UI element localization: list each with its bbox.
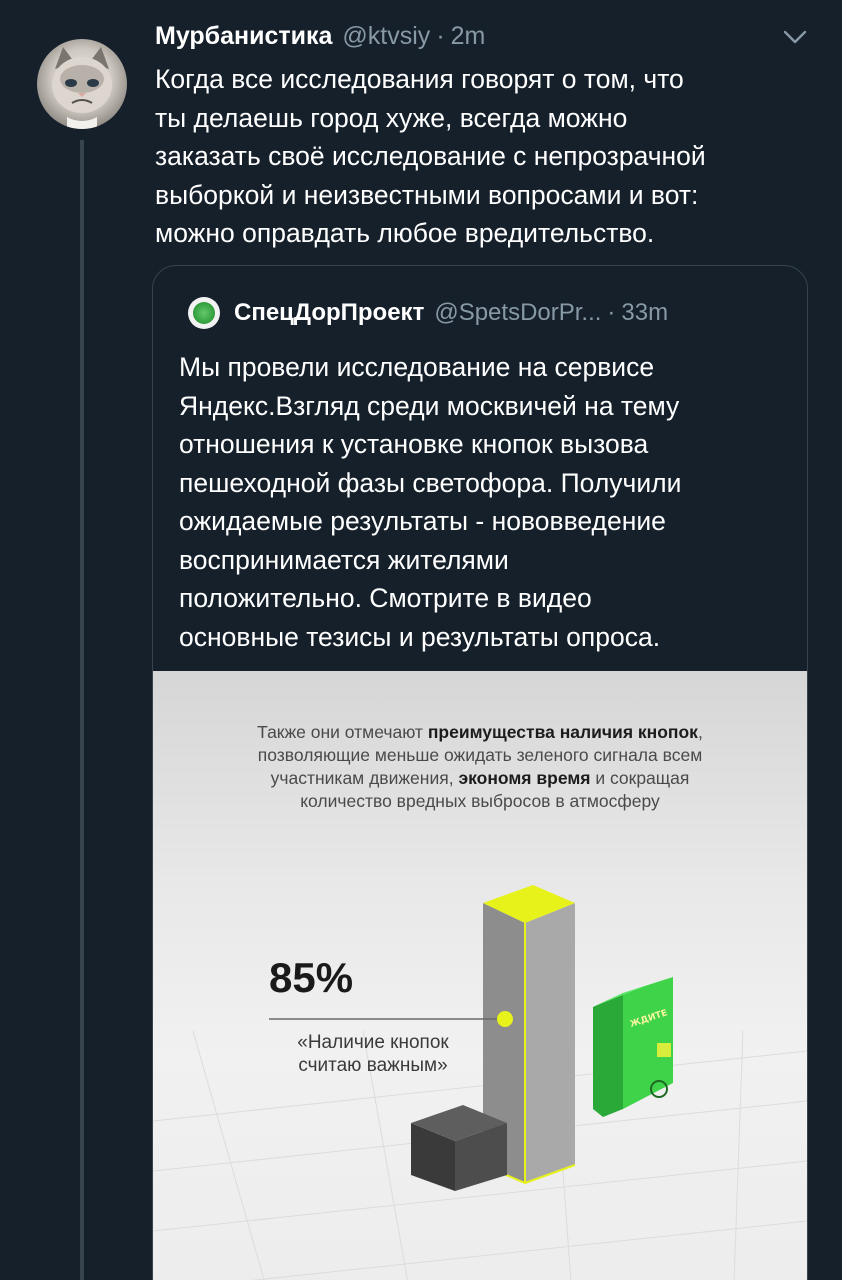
caption-text: участникам движения, [270, 768, 459, 788]
stat-label: «Наличие кнопок считаю важным» [263, 1031, 483, 1077]
quoted-time: 33m [621, 299, 669, 326]
quoted-author-name: СпецДорПроект [234, 299, 425, 326]
quoted-avatar [188, 297, 220, 329]
tweet[interactable]: Мурбанистика @ktvsiy · 2m Когда все иссл… [0, 0, 842, 1280]
tweet-line: можно оправдать любое вредительство. [155, 218, 655, 248]
tweet-time[interactable]: 2m [451, 22, 486, 51]
caption-line: количество вредных выбросов в атмосферу [300, 791, 660, 811]
quoted-line: пешеходной фазы светофора. Получили [179, 467, 682, 498]
separator: · [436, 22, 445, 50]
video-media[interactable]: ЖДИТЕ Также они отмечают преимущества на… [153, 671, 807, 1280]
caption-bold: экономя время [458, 768, 591, 788]
quoted-line: основные тезисы и результаты опроса. [179, 621, 661, 652]
stat-label-line: считаю важным» [298, 1055, 448, 1076]
tweet-line: ты делаешь город хуже, всегда можно [155, 102, 628, 133]
cat-avatar-icon [52, 47, 112, 129]
quoted-line: воспринимается жителями [179, 544, 509, 575]
tweet-line: Когда все исследования говорят о том, чт… [155, 64, 684, 94]
tweet-text: Когда все исследования говорят о том, чт… [155, 60, 815, 253]
stat-dot [497, 1011, 513, 1027]
separator: · [607, 299, 616, 326]
caption-text: , [697, 722, 703, 742]
caption-line: Также они отмечают преимущества наличия … [173, 721, 787, 744]
quoted-header: СпецДорПроект @SpetsDorPr... · 33m [188, 296, 668, 330]
caption-text: и сокращая [590, 768, 690, 788]
tweet-line: заказать своё исследование с непрозрачно… [155, 141, 706, 171]
stat-label-line: «Наличие кнопок [297, 1032, 449, 1053]
caption-line: участникам движения, экономя время и сок… [173, 767, 787, 790]
stat-percent: 85% [269, 954, 354, 1001]
green-circle-icon [193, 302, 215, 324]
quoted-line: Яндекс.Взгляд среди москвичей на тему [179, 390, 680, 421]
caption-line: позволяющие меньше ожидать зеленого сигн… [257, 745, 703, 765]
author-name[interactable]: Мурбанистика [155, 22, 332, 51]
thread-line [80, 140, 84, 1280]
caption-bold: преимущества наличия кнопок [427, 722, 698, 742]
quoted-author-handle: @SpetsDorPr... [434, 299, 602, 326]
quoted-tweet[interactable]: СпецДорПроект @SpetsDorPr... · 33m Мы пр… [152, 265, 808, 1280]
quoted-line: ожидаемые результаты - нововведение [179, 506, 666, 536]
caption-text: Также они отмечают [257, 722, 428, 742]
quoted-line: Мы провели исследование на сервисе [179, 352, 655, 382]
traffic-button-device [593, 977, 673, 1117]
chevron-down-icon[interactable] [782, 28, 808, 46]
author-avatar[interactable] [37, 39, 127, 129]
quoted-line: отношения к установке кнопок вызова [179, 429, 649, 459]
infographic-caption: Также они отмечают преимущества наличия … [173, 721, 787, 813]
tweet-line: выборкой и неизвестными вопросами и вот: [155, 179, 699, 210]
quoted-text: Мы провели исследование на сервисе Яндек… [179, 348, 779, 656]
quoted-line: положительно. Смотрите в видео [179, 583, 592, 613]
tweet-header: Мурбанистика @ktvsiy · 2m [155, 22, 485, 56]
author-handle[interactable]: @ktvsiy [342, 22, 430, 51]
short-bar [411, 1105, 507, 1191]
